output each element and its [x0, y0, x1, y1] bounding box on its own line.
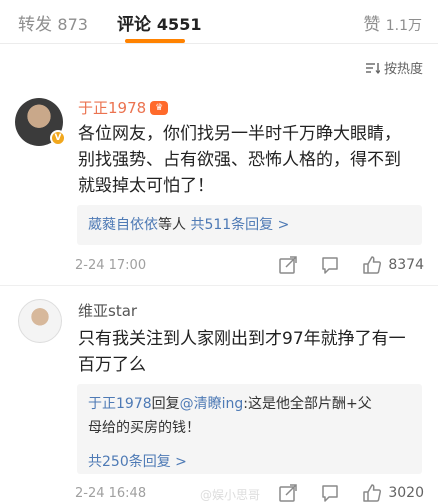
active-tab-indicator — [125, 39, 185, 43]
comment-text: 只有我关注到人家刚出到才97年就挣了有一 百万了么 — [78, 326, 406, 378]
comment-text-line: 只有我关注到人家刚出到才97年就挣了有一 — [78, 329, 406, 349]
reply-user-names[interactable]: 葳蕤自依依 — [88, 217, 158, 233]
tab-like-count: 1.1万 — [385, 18, 422, 34]
sort-label: 按热度 — [383, 62, 423, 77]
tab-like-label: 赞 — [363, 15, 381, 35]
verified-v-icon: V — [50, 130, 66, 146]
thumbs-up-icon[interactable] — [362, 255, 382, 275]
view-replies-link[interactable]: 共250条回复 > — [88, 454, 187, 470]
view-replies-link[interactable]: 共511条回复 > — [190, 217, 289, 233]
comment-reply-icon[interactable] — [320, 255, 340, 275]
reply-mention[interactable]: @清瞭ing — [180, 396, 244, 412]
like-count: 3020 — [388, 485, 424, 501]
tab-like[interactable]: 赞 1.1万 — [363, 10, 422, 35]
like-count: 8374 — [388, 257, 424, 273]
reply-line: 共250条回复 > — [88, 450, 411, 474]
tab-repost[interactable]: 转发 873 — [18, 10, 88, 35]
replies-preview[interactable]: 葳蕤自依依等人 共511条回复 > — [77, 205, 422, 245]
avatar[interactable] — [18, 299, 62, 343]
reply-names-suffix: 等人 — [158, 217, 186, 233]
replies-preview[interactable]: 于正1978回复@清瞭ing:这是他全部片酬+父 母给的买房的钱！ 共250条回… — [77, 384, 422, 474]
comment-actions: 8374 — [278, 255, 424, 275]
reply-text: 母给的买房的钱！ — [88, 420, 200, 436]
vip-crown-icon: ♛ — [150, 100, 169, 115]
share-icon[interactable] — [278, 255, 298, 275]
reply-text: :这是他全部片酬+父 — [243, 396, 372, 412]
sort-by-hot-button[interactable]: 按热度 — [365, 58, 423, 77]
comment-divider — [0, 285, 438, 286]
tab-comment[interactable]: 评论 4551 — [117, 10, 201, 35]
comment-text-line: 别找强势、占有欲强、恐怖人格的，得不到 — [78, 150, 401, 170]
comment-username-text: 于正1978 — [78, 99, 147, 117]
comment-tabs-bar: 转发 873 评论 4551 赞 1.1万 — [0, 0, 438, 44]
sort-lines-icon — [365, 62, 380, 74]
comment-time: 2-24 16:48 — [75, 486, 147, 501]
comment-text-line: 各位网友，你们找另一半时千万睁大眼睛， — [78, 124, 401, 144]
tab-repost-label: 转发 — [18, 15, 52, 35]
tab-comment-label: 评论 — [117, 15, 151, 35]
thumbs-up-icon[interactable] — [362, 483, 382, 503]
comment-text: 各位网友，你们找另一半时千万睁大眼睛， 别找强势、占有欲强、恐怖人格的，得不到 … — [78, 121, 401, 199]
comment-text-line: 就毁掉太可怕了！ — [78, 176, 214, 196]
share-icon[interactable] — [278, 483, 298, 503]
tab-repost-count: 873 — [57, 15, 88, 34]
reply-line: 母给的买房的钱！ — [88, 416, 411, 440]
comment-username[interactable]: 于正1978 ♛ — [78, 97, 169, 118]
comment-time: 2-24 17:00 — [75, 258, 147, 273]
comment-actions: 3020 — [278, 483, 424, 503]
comment-reply-icon[interactable] — [320, 483, 340, 503]
tab-comment-count: 4551 — [156, 15, 202, 34]
reply-line: 于正1978回复@清瞭ing:这是他全部片酬+父 — [88, 392, 411, 416]
comment-username-text: 维亚star — [78, 302, 138, 320]
reply-author[interactable]: 于正1978 — [88, 396, 152, 412]
comment-text-line: 百万了么 — [78, 355, 146, 375]
comment-username[interactable]: 维亚star — [78, 300, 137, 321]
watermark: @娱小思哥 — [200, 488, 261, 502]
reply-verb: 回复 — [151, 396, 180, 412]
